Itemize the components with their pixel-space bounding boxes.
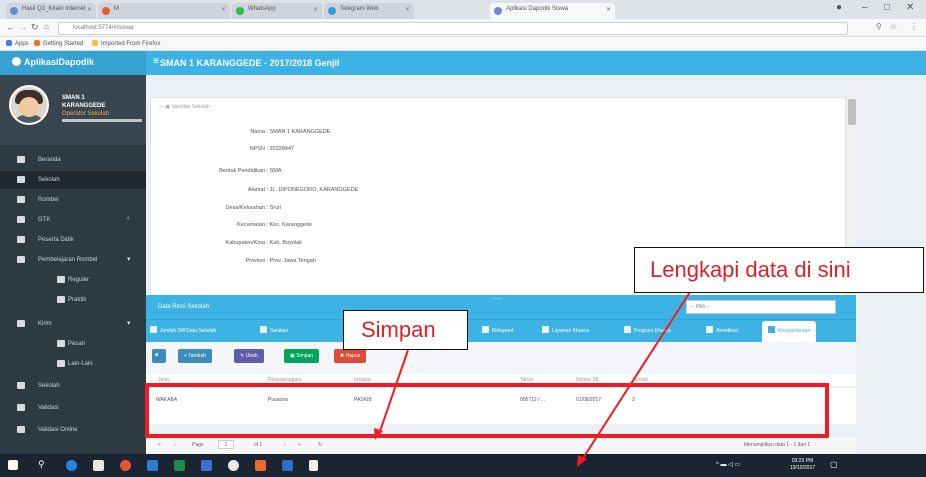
- arrow-simpan: [377, 349, 409, 438]
- callout-lengkapi: Lengkapi data di sini: [634, 247, 924, 293]
- arrow-lengkapi: [579, 291, 691, 464]
- callout-text: Simpan: [361, 317, 436, 342]
- arrowhead-lengkapi: [577, 455, 587, 467]
- arrowhead-simpan: [374, 428, 383, 440]
- annotation-arrows: [374, 291, 691, 467]
- callout-text: Lengkapi data di sini: [650, 257, 851, 282]
- callout-simpan: Simpan: [343, 310, 468, 350]
